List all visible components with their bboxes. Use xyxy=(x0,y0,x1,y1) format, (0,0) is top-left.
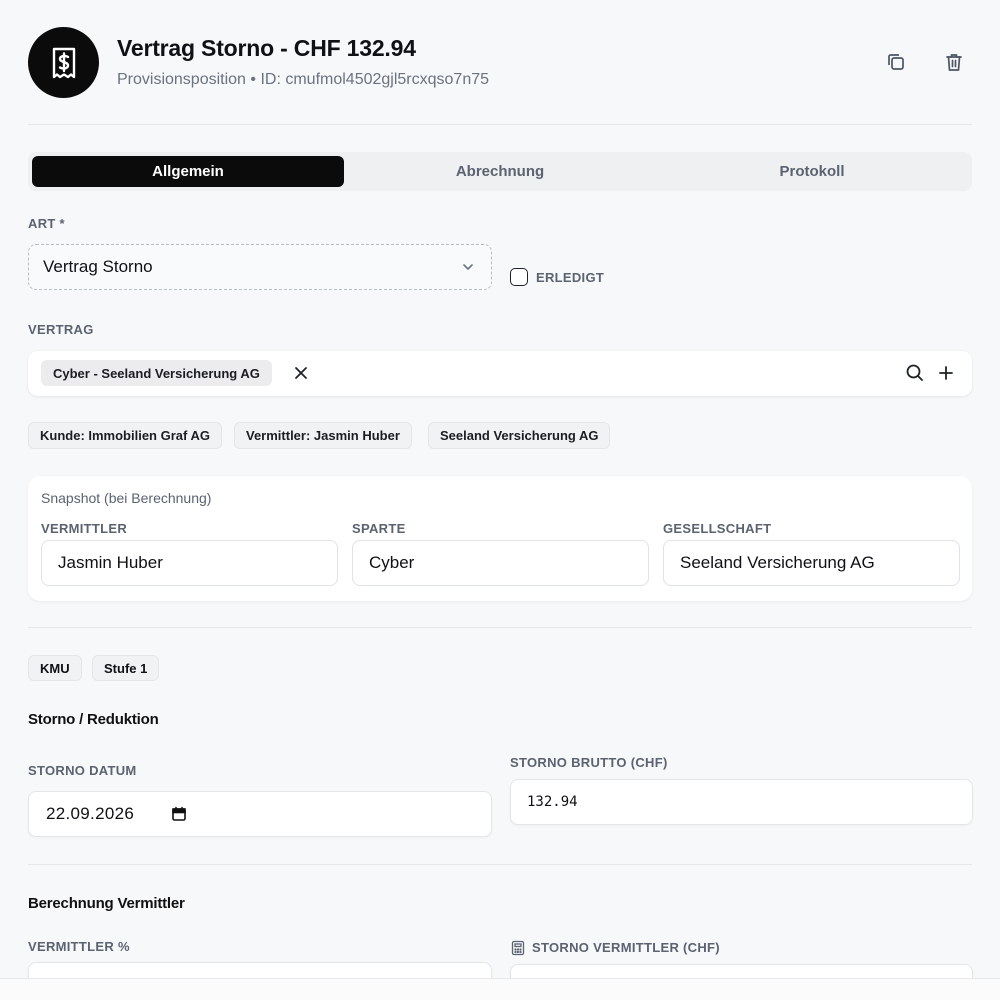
page-title: Vertrag Storno - CHF 132.94 xyxy=(117,35,416,61)
header-divider xyxy=(28,124,972,125)
tab-protokoll[interactable]: Protokoll xyxy=(656,156,968,187)
vermittler-chip: Vermittler: Jasmin Huber xyxy=(234,422,412,449)
page-header: Vertrag Storno - CHF 132.94 Provisionspo… xyxy=(28,27,972,99)
art-label: ART * xyxy=(28,216,65,231)
tab-allgemein[interactable]: Allgemein xyxy=(32,156,344,187)
chevron-down-icon xyxy=(461,259,475,279)
snapshot-title: Snapshot (bei Berechnung) xyxy=(41,490,212,506)
section-divider xyxy=(28,627,972,628)
tag-kmu: KMU xyxy=(28,655,82,681)
calculator-icon xyxy=(511,940,525,956)
snapshot-vermittler-field[interactable]: Jasmin Huber xyxy=(41,540,338,586)
vertrag-label: VERTRAG xyxy=(28,322,94,337)
add-icon[interactable] xyxy=(936,363,956,383)
gesellschaft-chip: Seeland Versicherung AG xyxy=(428,422,611,449)
storno-datum-input[interactable]: 22.09.2026 xyxy=(28,791,492,837)
storno-section-title: Storno / Reduktion xyxy=(28,711,159,728)
art-select-value: Vertrag Storno xyxy=(43,257,153,276)
snapshot-vermittler-label: VERMITTLER xyxy=(41,521,128,536)
vermittler-prozent-label: VERMITTLER % xyxy=(28,939,130,954)
tab-abrechnung[interactable]: Abrechnung xyxy=(344,156,656,187)
page-subtitle: Provisionsposition • ID: cmufmol4502gjl5… xyxy=(117,71,490,88)
tag-stufe: Stufe 1 xyxy=(92,655,160,681)
snapshot-gesellschaft-field[interactable]: Seeland Versicherung AG xyxy=(663,540,960,586)
tab-bar: Allgemein Abrechnung Protokoll xyxy=(28,152,972,191)
storno-brutto-value: 132.94 xyxy=(527,794,578,810)
snapshot-card: Snapshot (bei Berechnung) VERMITTLER SPA… xyxy=(28,476,972,601)
bottom-bar xyxy=(0,978,1000,1000)
berechnung-section-title: Berechnung Vermittler xyxy=(28,895,185,912)
storno-brutto-label: STORNO BRUTTO (CHF) xyxy=(510,755,668,770)
storno-vermittler-label: STORNO VERMITTLER (CHF) xyxy=(532,940,720,955)
storno-datum-label: STORNO DATUM xyxy=(28,763,137,778)
receipt-dollar-icon xyxy=(28,27,99,98)
calendar-icon[interactable] xyxy=(171,806,187,827)
close-icon[interactable] xyxy=(291,363,311,383)
copy-icon[interactable] xyxy=(885,51,907,73)
storno-brutto-input[interactable]: 132.94 xyxy=(510,779,973,825)
kunde-chip: Kunde: Immobilien Graf AG xyxy=(28,422,222,449)
search-icon[interactable] xyxy=(905,363,925,383)
vertrag-picker[interactable]: Cyber - Seeland Versicherung AG xyxy=(28,351,972,396)
erledigt-label: ERLEDIGT xyxy=(536,270,605,285)
snapshot-gesellschaft-label: GESELLSCHAFT xyxy=(663,521,772,536)
section-divider-2 xyxy=(28,864,972,865)
trash-icon[interactable] xyxy=(943,51,965,73)
art-select[interactable]: Vertrag Storno xyxy=(28,244,492,290)
storno-datum-value: 22.09.2026 xyxy=(46,804,135,823)
snapshot-sparte-label: SPARTE xyxy=(352,521,406,536)
vertrag-selected-chip: Cyber - Seeland Versicherung AG xyxy=(41,360,272,386)
snapshot-sparte-field[interactable]: Cyber xyxy=(352,540,649,586)
erledigt-checkbox[interactable] xyxy=(510,268,528,286)
